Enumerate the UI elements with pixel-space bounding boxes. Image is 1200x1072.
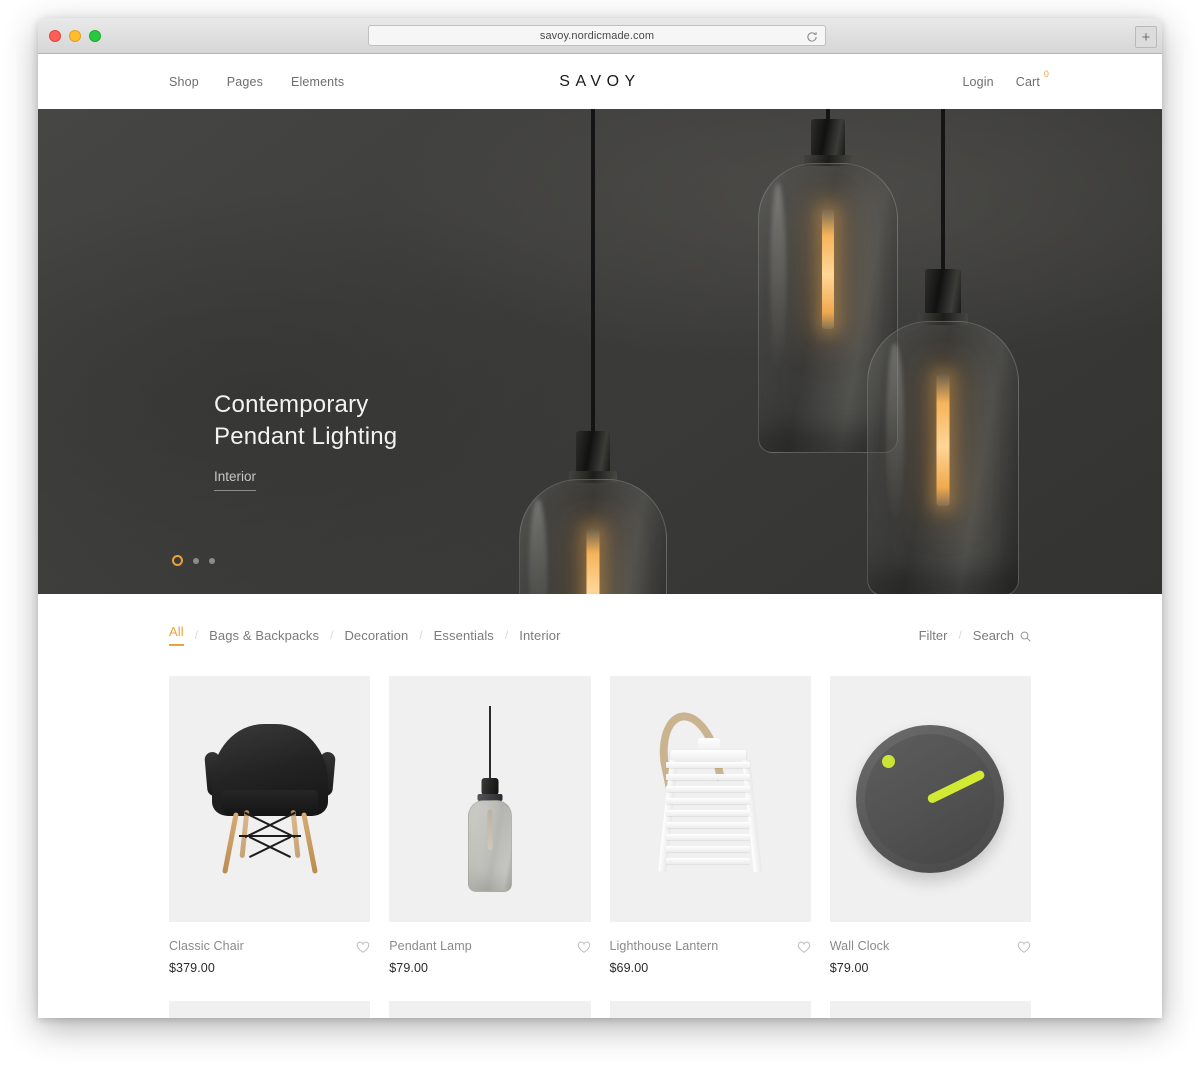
- product-name: Lighthouse Lantern: [609, 939, 719, 953]
- reload-icon[interactable]: [806, 30, 818, 42]
- category-filter-decoration[interactable]: Decoration: [344, 628, 408, 643]
- product-thumbnail-lighthouse-lantern[interactable]: [609, 676, 811, 922]
- product-price: $69.00: [609, 961, 649, 975]
- product-thumbnail-wall-clock[interactable]: [829, 676, 1031, 922]
- heart-icon[interactable]: [1017, 940, 1031, 953]
- product-price: $79.00: [389, 961, 429, 975]
- search-icon: [1020, 630, 1031, 642]
- hero-subtitle-link[interactable]: Interior: [214, 469, 257, 491]
- login-link[interactable]: Login: [962, 75, 993, 89]
- category-filter-essentials[interactable]: Essentials: [434, 628, 494, 643]
- product-name: Pendant Lamp: [389, 939, 472, 953]
- category-filter-list: All / Bags & Backpacks / Decoration / Es…: [169, 624, 561, 646]
- search-label: Search: [972, 627, 1014, 643]
- filter-bar: All / Bags & Backpacks / Decoration / Es…: [169, 594, 1031, 676]
- heart-icon[interactable]: [577, 940, 591, 953]
- slider-dot-2[interactable]: [193, 557, 199, 564]
- hero-slider[interactable]: Contemporary Pendant Lighting Interior: [38, 109, 1162, 594]
- cart-link[interactable]: Cart 0: [1015, 69, 1049, 89]
- tools-separator: /: [958, 628, 962, 642]
- slider-dot-3[interactable]: [209, 557, 215, 564]
- hero-title: Contemporary Pendant Lighting: [214, 391, 398, 450]
- shop-section: All / Bags & Backpacks / Decoration / Es…: [38, 594, 1162, 1018]
- product-meta: Classic Chair $379.00: [169, 922, 370, 975]
- product-thumbnail[interactable]: [389, 1001, 591, 1018]
- product-price: $379.00: [169, 961, 215, 975]
- product-price: $79.00: [829, 961, 869, 975]
- pendant-lamp-illustration: [464, 706, 516, 896]
- product-card[interactable]: [609, 1001, 811, 1018]
- category-separator: /: [330, 628, 334, 642]
- product-card[interactable]: Pendant Lamp $79.00: [389, 676, 591, 975]
- category-filter-interior[interactable]: Interior: [519, 628, 560, 643]
- product-card[interactable]: [169, 1001, 371, 1018]
- hero-pendant-lamp-1: [493, 109, 693, 594]
- browser-window: savoy.nordicmade.com + Shop Pages Elemen…: [38, 18, 1162, 1018]
- address-bar[interactable]: savoy.nordicmade.com: [368, 25, 826, 46]
- zoom-window-button[interactable]: [89, 30, 101, 42]
- site-header: Shop Pages Elements SAVOY Login Cart 0: [38, 54, 1162, 109]
- product-name: Wall Clock: [829, 939, 890, 953]
- wall-clock-illustration: [856, 725, 1005, 873]
- new-tab-button[interactable]: +: [1135, 26, 1157, 48]
- product-meta: Lighthouse Lantern $69.00: [610, 922, 811, 975]
- filter-button[interactable]: Filter: [919, 628, 948, 643]
- heart-icon[interactable]: [797, 940, 811, 953]
- cart-label: Cart: [1015, 74, 1040, 89]
- close-window-button[interactable]: [49, 30, 61, 42]
- product-name: Classic Chair: [169, 939, 244, 953]
- product-thumbnail-classic-chair[interactable]: [169, 676, 371, 922]
- product-meta: Wall Clock $79.00: [830, 922, 1031, 975]
- category-filter-all[interactable]: All: [169, 624, 184, 646]
- category-filter-bags-backpacks[interactable]: Bags & Backpacks: [209, 628, 319, 643]
- product-card[interactable]: [389, 1001, 591, 1018]
- hero-copy: Contemporary Pendant Lighting Interior: [214, 389, 454, 491]
- product-meta: Pendant Lamp $79.00: [389, 922, 590, 975]
- product-thumbnail-pendant-lamp[interactable]: [389, 676, 591, 922]
- product-thumbnail[interactable]: [609, 1001, 811, 1018]
- hero-slider-dots: [172, 555, 215, 566]
- slider-dot-1[interactable]: [172, 555, 183, 566]
- window-controls: [49, 30, 101, 42]
- shop-tools: Filter / Search: [919, 628, 1031, 643]
- browser-titlebar: savoy.nordicmade.com +: [38, 18, 1162, 54]
- product-grid: Classic Chair $379.00 Pendant Lamp $79.0…: [169, 676, 1031, 975]
- chair-illustration: [203, 724, 336, 884]
- product-card[interactable]: Classic Chair $379.00: [169, 676, 371, 975]
- category-separator: /: [504, 628, 509, 642]
- url-text: savoy.nordicmade.com: [539, 29, 655, 42]
- hero-pendant-lamp-3: [848, 109, 1038, 594]
- search-button[interactable]: Search: [973, 628, 1031, 643]
- minimize-window-button[interactable]: [69, 30, 81, 42]
- cart-count-badge: 0: [1043, 68, 1049, 79]
- product-thumbnail[interactable]: [169, 1001, 371, 1018]
- page-viewport: Shop Pages Elements SAVOY Login Cart 0 C…: [38, 54, 1162, 1018]
- category-separator: /: [194, 628, 199, 642]
- secondary-nav: Login Cart 0: [962, 69, 1049, 89]
- product-grid-row-2: [169, 1001, 1031, 1018]
- product-thumbnail[interactable]: [829, 1001, 1031, 1018]
- product-card[interactable]: [829, 1001, 1031, 1018]
- heart-icon[interactable]: [356, 940, 370, 953]
- product-card[interactable]: Lighthouse Lantern $69.00: [609, 676, 811, 975]
- lantern-illustration: [651, 706, 766, 886]
- category-separator: /: [419, 628, 423, 642]
- product-card[interactable]: Wall Clock $79.00: [829, 676, 1031, 975]
